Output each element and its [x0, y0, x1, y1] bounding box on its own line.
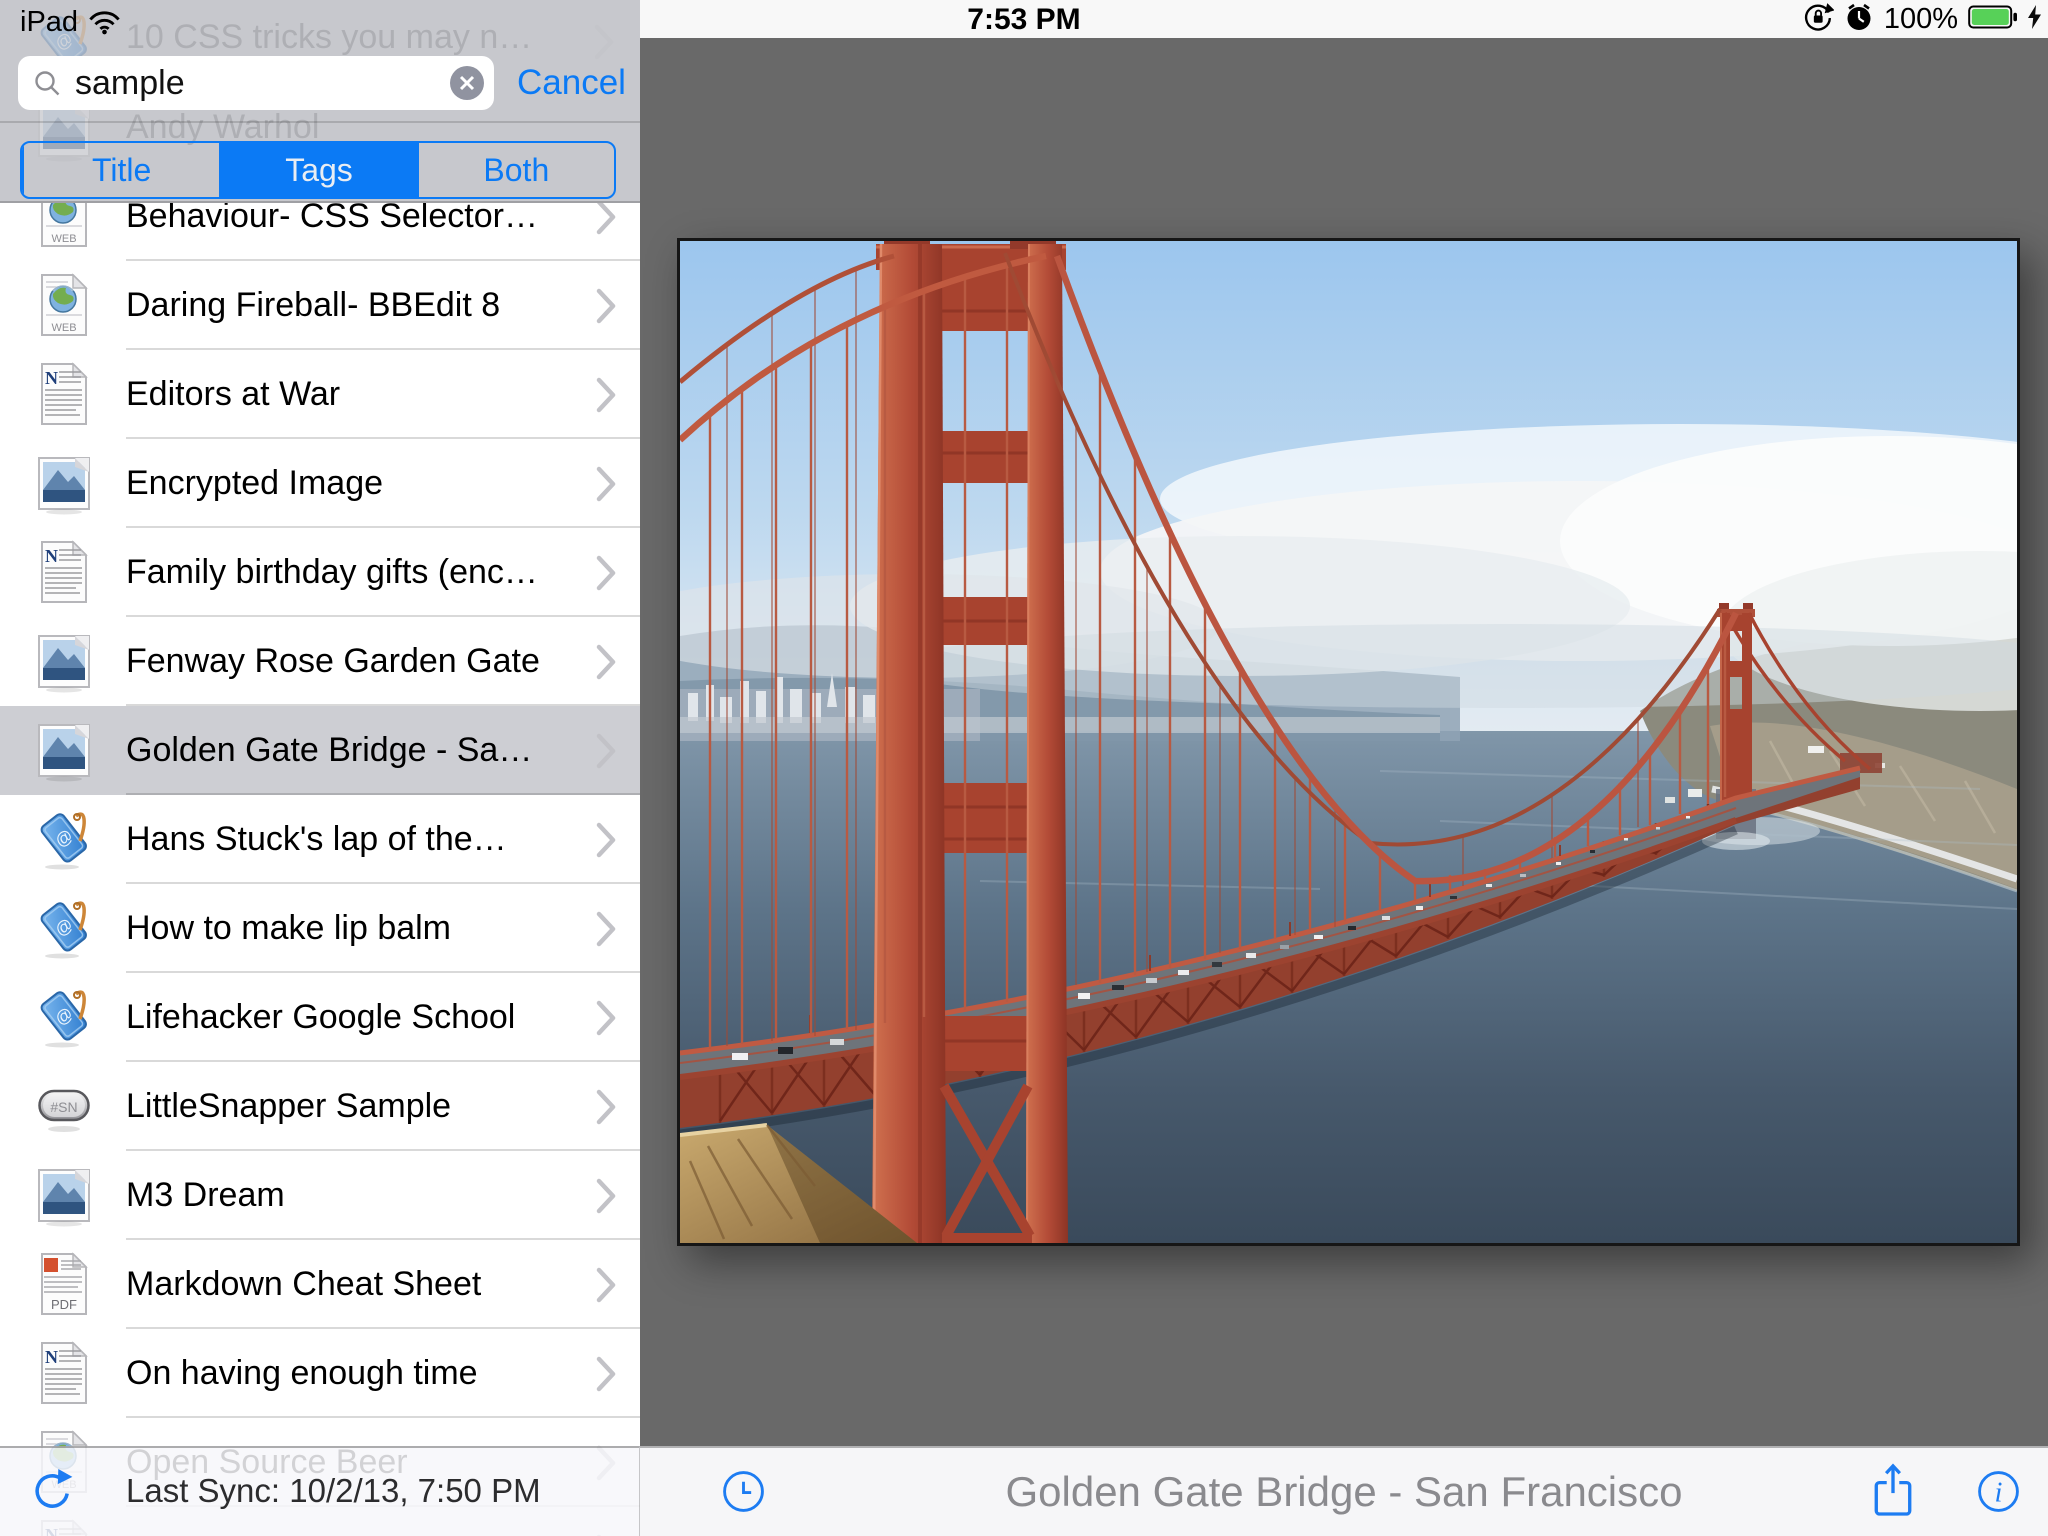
item-title: Lifehacker Google School	[126, 973, 515, 1061]
list-item[interactable]: Markdown Cheat Sheet	[0, 1240, 640, 1329]
detail-title: Golden Gate Bridge - San Francisco	[640, 1468, 2048, 1516]
list-item[interactable]: On having enough time	[0, 1329, 640, 1418]
chevron-right-icon	[596, 1178, 618, 1219]
chevron-right-icon	[596, 377, 618, 418]
chevron-right-icon	[594, 24, 616, 65]
item-title: How to make lip balm	[126, 884, 451, 972]
list-item[interactable]: Editors at War	[0, 350, 640, 439]
search-input[interactable]	[75, 63, 405, 103]
item-type-icon	[36, 718, 92, 782]
chevron-right-icon	[596, 555, 618, 596]
list-item[interactable]: Golden Gate Bridge - Sa…	[0, 706, 640, 795]
chevron-right-icon	[596, 733, 618, 774]
cancel-button[interactable]: Cancel	[517, 63, 626, 103]
chevron-right-icon	[596, 644, 618, 685]
item-title: LittleSnapper Sample	[126, 1062, 451, 1150]
scope-segment[interactable]: Tags	[219, 143, 416, 197]
item-type-icon	[36, 1341, 92, 1405]
last-sync-label: Last Sync: 10/2/13, 7:50 PM	[126, 1448, 541, 1534]
chevron-right-icon	[596, 911, 618, 952]
ghost-item-title: 10 CSS tricks you may n…	[126, 18, 532, 57]
item-type-icon	[36, 540, 92, 604]
item-title: Hans Stuck's lap of the…	[126, 795, 507, 883]
list-item[interactable]: Family birthday gifts (enc…	[0, 528, 640, 617]
item-type-icon	[36, 1252, 92, 1316]
status-bar: 7:53 PM 100%	[640, 0, 2048, 38]
list-item[interactable]: M3 Dream	[0, 1151, 640, 1240]
list-item[interactable]: Fenway Rose Garden Gate	[0, 617, 640, 706]
list-item[interactable]: Encrypted Image	[0, 439, 640, 528]
item-title: Daring Fireball- BBEdit 8	[126, 261, 500, 349]
item-type-icon	[36, 629, 92, 693]
item-title: Encrypted Image	[126, 439, 383, 527]
item-type-icon	[36, 1163, 92, 1227]
item-type-icon	[36, 1074, 92, 1138]
chevron-right-icon	[596, 288, 618, 329]
item-title: Family birthday gifts (enc…	[126, 528, 538, 616]
item-type-icon	[36, 807, 92, 871]
alarm-clock-icon	[1844, 2, 1874, 37]
scope-segment[interactable]: Title	[22, 143, 219, 197]
search-scope-bar: TitleTagsBoth	[20, 141, 616, 199]
list-item[interactable]: Hans Stuck's lap of the…	[0, 795, 640, 884]
sync-bar: Last Sync: 10/2/13, 7:50 PM	[0, 1446, 640, 1536]
item-type-icon	[36, 985, 92, 1049]
scope-segment[interactable]: Both	[417, 143, 614, 197]
divider	[0, 121, 640, 123]
rotation-lock-icon	[1803, 1, 1834, 37]
list-item[interactable]: How to make lip balm	[0, 884, 640, 973]
item-title: Fenway Rose Garden Gate	[126, 617, 540, 705]
svg-text:i: i	[1995, 1477, 2003, 1509]
search-field[interactable]	[18, 56, 494, 110]
battery-percent: 100%	[1884, 3, 1958, 36]
detail-toolbar: Golden Gate Bridge - San Francisco i	[640, 1446, 2048, 1536]
item-title: Editors at War	[126, 350, 340, 438]
item-title: M3 Dream	[126, 1151, 285, 1239]
clear-search-icon[interactable]	[450, 66, 484, 100]
search-icon	[33, 69, 61, 102]
refresh-icon[interactable]	[27, 1468, 75, 1521]
item-type-icon	[36, 362, 92, 426]
chevron-right-icon	[596, 1089, 618, 1130]
status-indicators: 100%	[1803, 4, 2042, 34]
carrier-label: iPad	[20, 6, 78, 39]
charging-bolt-icon	[2028, 5, 2042, 34]
chevron-right-icon	[596, 822, 618, 863]
results-list: Behaviour- CSS Selector… Daring Fireball…	[0, 172, 640, 1536]
item-type-icon	[36, 896, 92, 960]
info-icon[interactable]: i	[1976, 1469, 2021, 1519]
chevron-right-icon	[596, 1356, 618, 1397]
sidebar: Behaviour- CSS Selector… Daring Fireball…	[0, 0, 640, 1536]
chevron-right-icon	[596, 466, 618, 507]
wifi-icon	[88, 9, 121, 40]
list-item[interactable]: LittleSnapper Sample	[0, 1062, 640, 1151]
item-title: On having enough time	[126, 1329, 478, 1417]
item-title: Markdown Cheat Sheet	[126, 1240, 481, 1328]
chevron-right-icon	[596, 1000, 618, 1041]
list-item[interactable]: Daring Fireball- BBEdit 8	[0, 261, 640, 350]
status-time: 7:53 PM	[640, 3, 1408, 37]
share-icon[interactable]	[1870, 1461, 1916, 1526]
battery-icon	[1968, 5, 2018, 34]
item-type-icon	[36, 451, 92, 515]
photo-golden-gate-bridge[interactable]	[677, 238, 2020, 1246]
app-screen: 7:53 PM 100%	[0, 0, 2048, 1536]
search-header: 10 CSS tricks you may n… Andy Warhol iPa…	[0, 0, 640, 203]
item-title: Golden Gate Bridge - Sa…	[126, 706, 532, 794]
item-type-icon	[36, 273, 92, 337]
chevron-right-icon	[596, 1267, 618, 1308]
list-item[interactable]: Lifehacker Google School	[0, 973, 640, 1062]
chevron-right-icon	[596, 199, 618, 240]
